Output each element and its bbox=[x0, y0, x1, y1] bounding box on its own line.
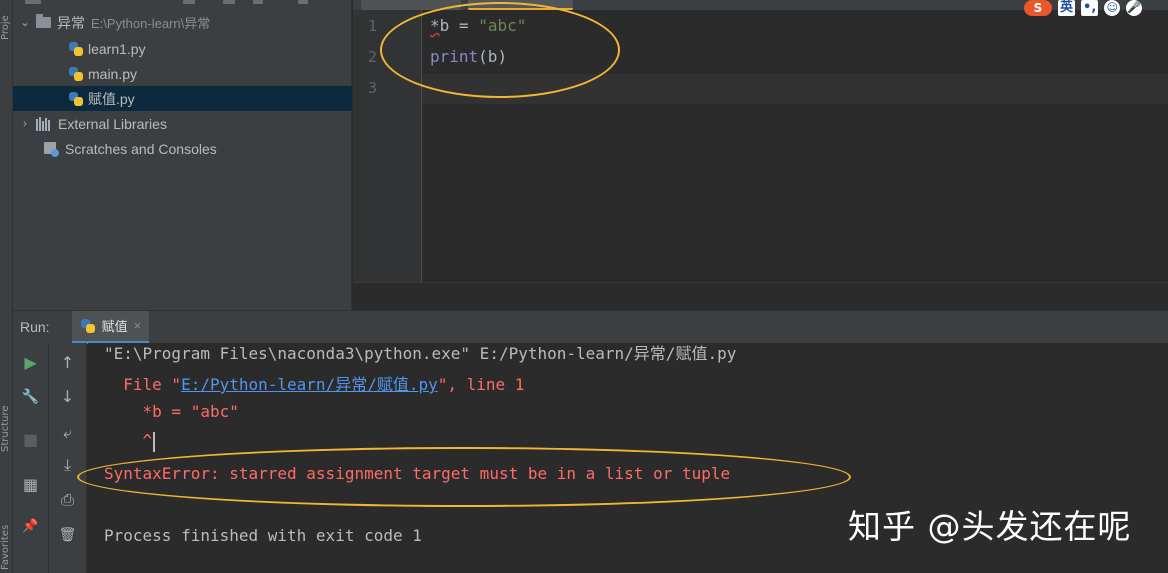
console-traceback-code: *b = "abc" bbox=[104, 402, 239, 421]
chevron-right-icon[interactable]: › bbox=[18, 118, 32, 130]
chevron-down-icon[interactable]: ⌄ bbox=[18, 16, 32, 29]
emoji-icon[interactable]: ☺ bbox=[1104, 0, 1121, 16]
tree-file-assignment[interactable]: 赋值.py bbox=[13, 86, 352, 111]
scroll-to-end-icon[interactable]: ⤓ bbox=[49, 453, 86, 477]
file-name: learn1.py bbox=[88, 40, 146, 57]
code-star: * bbox=[430, 16, 440, 35]
tree-root-folder[interactable]: ⌄ 异常 E:\Python-learn\异常 bbox=[13, 10, 352, 35]
traceback-file-suffix: ", line 1 bbox=[437, 375, 525, 394]
run-toolbar-right: ↑ ↓ ⤶ ⤓ ⎙ 🗑 bbox=[49, 343, 87, 573]
trash-icon[interactable]: 🗑 bbox=[49, 523, 86, 547]
stop-icon[interactable]: ■ bbox=[13, 428, 48, 452]
code-args: (b) bbox=[478, 47, 508, 66]
line-number: 3 bbox=[367, 79, 377, 97]
structure-tool-tab[interactable]: Structure bbox=[0, 380, 13, 452]
library-icon bbox=[36, 116, 52, 131]
pin-icon[interactable]: 📌 bbox=[13, 515, 48, 539]
favorites-tool-tab[interactable]: Favorites bbox=[0, 480, 13, 570]
run-tab-label: 赋值 bbox=[101, 319, 128, 334]
rerun-icon[interactable]: ▶ bbox=[13, 351, 48, 375]
code-line-1[interactable]: *b = "abc" bbox=[430, 16, 526, 35]
ime-logo[interactable]: S bbox=[1024, 0, 1052, 16]
editor-tab[interactable] bbox=[361, 0, 461, 10]
tree-scratches[interactable]: Scratches and Consoles bbox=[13, 136, 352, 161]
root-folder-name: 异常 bbox=[57, 14, 85, 31]
code-string: "abc" bbox=[478, 16, 527, 35]
code-var: b bbox=[439, 16, 450, 35]
run-config-tab[interactable]: 赋值 × bbox=[71, 310, 150, 344]
traceback-file-link[interactable]: E:/Python-learn/异常/赋值.py bbox=[181, 375, 438, 394]
options-icon[interactable] bbox=[253, 0, 263, 4]
editor-gutter: 1 2 3 bbox=[353, 10, 422, 282]
console-command-line: "E:\Program Files\naconda3\python.exe" E… bbox=[104, 344, 737, 363]
soft-wrap-icon[interactable]: ⤶ bbox=[49, 421, 86, 445]
console-traceback-file: File "E:/Python-learn/异常/赋值.py", line 1 bbox=[104, 371, 524, 395]
toolbar-stub-icon[interactable] bbox=[25, 0, 41, 4]
code-builtin-print: print bbox=[430, 47, 479, 66]
console-traceback-pointer: ^ bbox=[104, 431, 156, 452]
run-toolbar-left: ▶ 🔧 ■ ▦ 📌 bbox=[13, 343, 49, 573]
tree-file-main[interactable]: main.py bbox=[13, 61, 352, 86]
project-panel: ⌄ 异常 E:\Python-learn\异常 learn1.py main.p… bbox=[13, 0, 352, 310]
pointer-text: ^ bbox=[104, 431, 153, 450]
run-panel-header: Run: 赋值 × bbox=[13, 310, 1168, 344]
current-line-highlight bbox=[422, 74, 1168, 104]
collapse-icon[interactable] bbox=[223, 0, 235, 4]
watermark: 知乎 @头发还在呢 bbox=[848, 507, 1132, 546]
traceback-file-prefix: File " bbox=[104, 375, 182, 394]
left-tool-strip: Proje Structure Favorites bbox=[0, 0, 13, 573]
tree-external-libraries[interactable]: › External Libraries bbox=[13, 111, 352, 136]
editor-bottom-area bbox=[353, 282, 1168, 310]
code-operator: = bbox=[449, 16, 479, 35]
root-folder-path: E:\Python-learn\异常 bbox=[91, 16, 211, 31]
hide-icon[interactable] bbox=[298, 0, 308, 4]
file-name: main.py bbox=[88, 65, 138, 82]
punctuation-toggle[interactable]: •, bbox=[1081, 0, 1099, 16]
up-arrow-icon[interactable]: ↑ bbox=[49, 351, 86, 375]
line-number: 2 bbox=[367, 48, 377, 66]
run-label: Run: bbox=[20, 319, 50, 335]
scratches-label: Scratches and Consoles bbox=[65, 140, 217, 157]
python-file-icon bbox=[68, 91, 84, 107]
line-number: 1 bbox=[367, 17, 377, 35]
folder-icon bbox=[36, 14, 51, 28]
print-icon[interactable]: ⎙ bbox=[49, 488, 86, 512]
close-icon[interactable]: × bbox=[134, 318, 142, 333]
text-cursor bbox=[153, 431, 156, 452]
layout-icon[interactable]: ▦ bbox=[13, 473, 48, 497]
external-libraries-label: External Libraries bbox=[58, 115, 167, 132]
locate-icon[interactable] bbox=[183, 0, 195, 4]
python-file-icon bbox=[68, 41, 84, 57]
code-editor[interactable]: *b = "abc" print(b) bbox=[422, 10, 1168, 282]
python-run-icon bbox=[80, 318, 96, 334]
microphone-icon[interactable]: 🎤 bbox=[1126, 0, 1143, 16]
console-error-message: SyntaxError: starred assignment target m… bbox=[104, 464, 731, 483]
down-arrow-icon[interactable]: ↓ bbox=[49, 385, 86, 409]
wrench-icon[interactable]: 🔧 bbox=[13, 385, 48, 409]
code-line-2[interactable]: print(b) bbox=[430, 47, 507, 66]
project-tool-tab[interactable]: Proje bbox=[0, 0, 13, 40]
system-tray: S 英 •, ☺ 🎤 bbox=[1024, 0, 1143, 16]
tree-file-learn1[interactable]: learn1.py bbox=[13, 36, 352, 61]
ime-language-toggle[interactable]: 英 bbox=[1058, 0, 1076, 16]
python-file-icon bbox=[68, 66, 84, 82]
file-name: 赋值.py bbox=[88, 90, 135, 107]
scratches-icon bbox=[43, 141, 59, 157]
console-exit-message: Process finished with exit code 1 bbox=[104, 526, 422, 545]
editor-tab-active[interactable] bbox=[468, 0, 573, 10]
